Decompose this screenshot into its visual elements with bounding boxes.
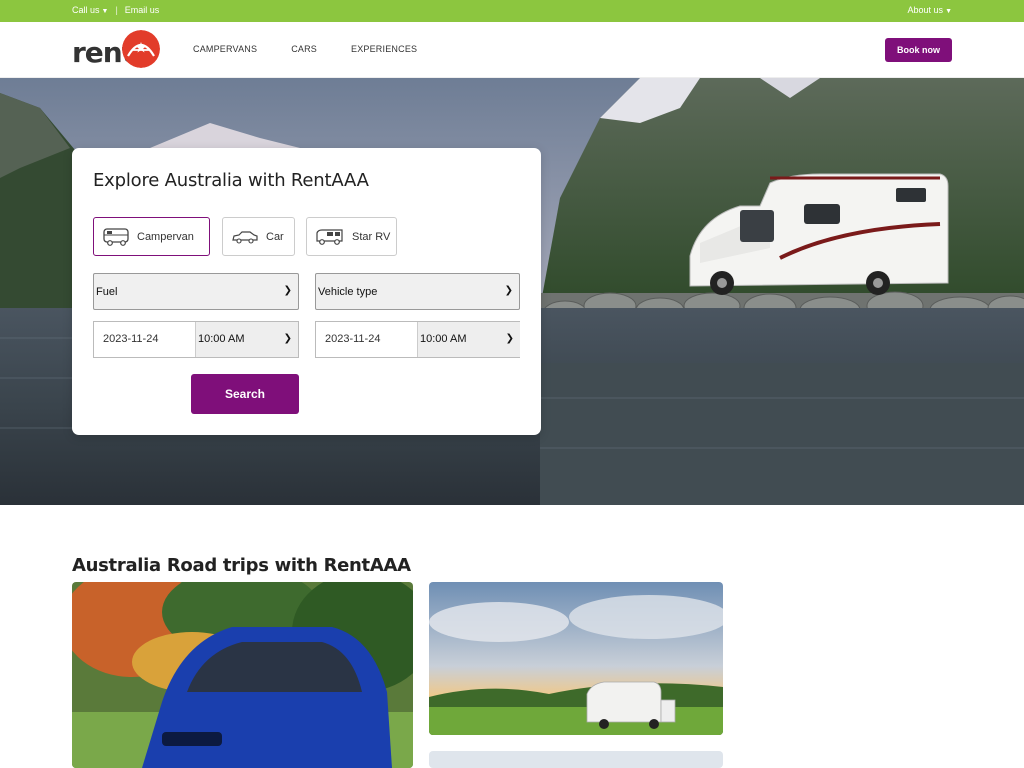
nav-experiences[interactable]: EXPERIENCES (351, 44, 417, 54)
rv-icon (316, 228, 343, 245)
logo-badge-icon (122, 30, 160, 68)
top-utility-bar: Call us ▼ | Email us About us ▼ (0, 0, 1024, 22)
dropoff-datetime: 2023-11-24 10:00 AM ❯ (315, 321, 520, 358)
blue-car-image (72, 582, 413, 768)
vehicle-type-label: Campervan (137, 230, 194, 243)
chevron-down-icon: ❯ (505, 333, 514, 344)
pickup-datetime: 2023-11-24 10:00 AM ❯ (93, 321, 299, 358)
call-us-label: Call us (72, 5, 100, 15)
fuel-select-value: Fuel (96, 285, 118, 298)
pickup-date-input[interactable]: 2023-11-24 (103, 333, 158, 345)
chevron-down-icon: ❯ (283, 285, 292, 296)
about-us-label: About us (907, 5, 944, 15)
nav-campervans[interactable]: CAMPERVANS (193, 44, 257, 54)
dropoff-time-select[interactable]: 10:00 AM ❯ (417, 322, 520, 357)
section-title: Australia Road trips with RentAAA (72, 555, 411, 576)
chevron-down-icon: ❯ (283, 333, 292, 344)
vehicle-type-car[interactable]: Car (222, 217, 295, 256)
about-us-link[interactable]: About us ▼ (908, 5, 952, 15)
fuel-select[interactable]: Fuel ❯ (93, 273, 299, 310)
logo[interactable]: rent (72, 28, 164, 72)
search-button[interactable]: Search (191, 374, 299, 414)
road-trip-tile-car[interactable] (72, 582, 413, 768)
campervan-sunset-image (429, 582, 723, 735)
pickup-time-value: 10:00 AM (198, 333, 245, 345)
main-nav: CAMPERVANS CARS EXPERIENCES (193, 44, 417, 54)
search-title: Explore Australia with RentAAA (93, 170, 369, 191)
chevron-down-icon: ▼ (945, 8, 952, 15)
chevron-down-icon: ❯ (504, 285, 513, 296)
search-card: Explore Australia with RentAAA Campervan… (72, 148, 541, 435)
nav-cars[interactable]: CARS (291, 44, 317, 54)
car-icon (232, 230, 258, 244)
site-header: rent CAMPERVANS CARS EXPERIENCES Book no… (0, 22, 1024, 78)
call-us-link[interactable]: Call us ▼ (72, 5, 108, 15)
vehicle-type-campervan[interactable]: Campervan (93, 217, 210, 256)
book-now-button[interactable]: Book now (885, 38, 952, 62)
vehicle-type-select[interactable]: Vehicle type ❯ (315, 273, 520, 310)
road-trip-tile-partial[interactable] (429, 751, 723, 768)
pickup-time-select[interactable]: 10:00 AM ❯ (195, 322, 298, 357)
vehicle-type-star-rv[interactable]: Star RV (306, 217, 397, 256)
vehicle-type-label: Car (266, 230, 284, 243)
dropoff-time-value: 10:00 AM (420, 333, 467, 345)
chevron-down-icon: ▼ (101, 8, 109, 15)
road-trip-tile-campervan[interactable] (429, 582, 723, 735)
vehicle-type-label: Star RV (352, 230, 391, 243)
vehicle-type-select-value: Vehicle type (318, 285, 378, 298)
divider: | (115, 5, 118, 15)
campervan-icon (103, 227, 129, 246)
email-us-link[interactable]: Email us (125, 5, 160, 15)
dropoff-date-input[interactable]: 2023-11-24 (325, 333, 380, 345)
